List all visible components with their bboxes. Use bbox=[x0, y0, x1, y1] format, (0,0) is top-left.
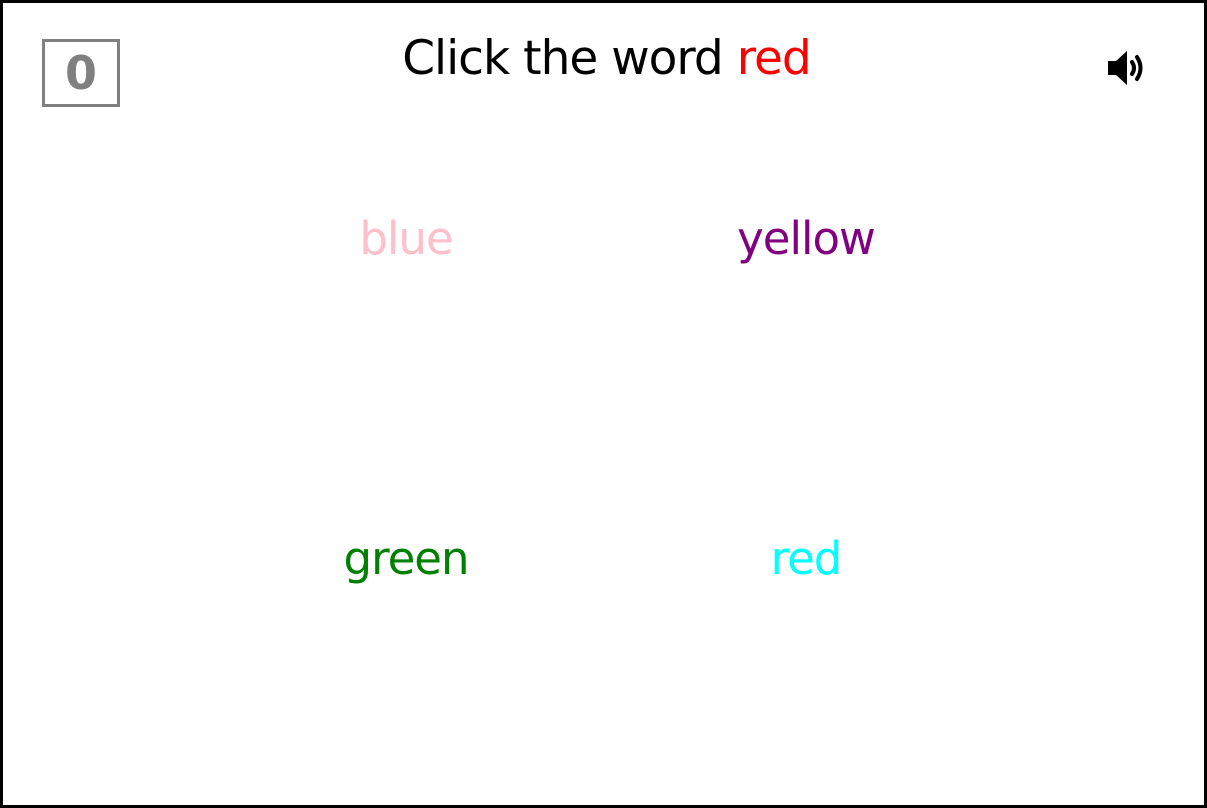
speaker-volume-icon bbox=[1108, 51, 1143, 85]
game-frame: 0 Click the word red blue yellow green r… bbox=[0, 0, 1207, 808]
word-choice-red[interactable]: red bbox=[656, 529, 956, 589]
word-choice-blue[interactable]: blue bbox=[256, 209, 556, 269]
instruction-prefix: Click the word bbox=[402, 31, 724, 86]
instruction-text: Click the word red bbox=[3, 29, 1207, 89]
word-choice-green[interactable]: green bbox=[256, 529, 556, 589]
instruction-target-word: red bbox=[736, 31, 812, 86]
sound-button[interactable] bbox=[1101, 43, 1151, 93]
word-choice-yellow[interactable]: yellow bbox=[656, 209, 956, 269]
